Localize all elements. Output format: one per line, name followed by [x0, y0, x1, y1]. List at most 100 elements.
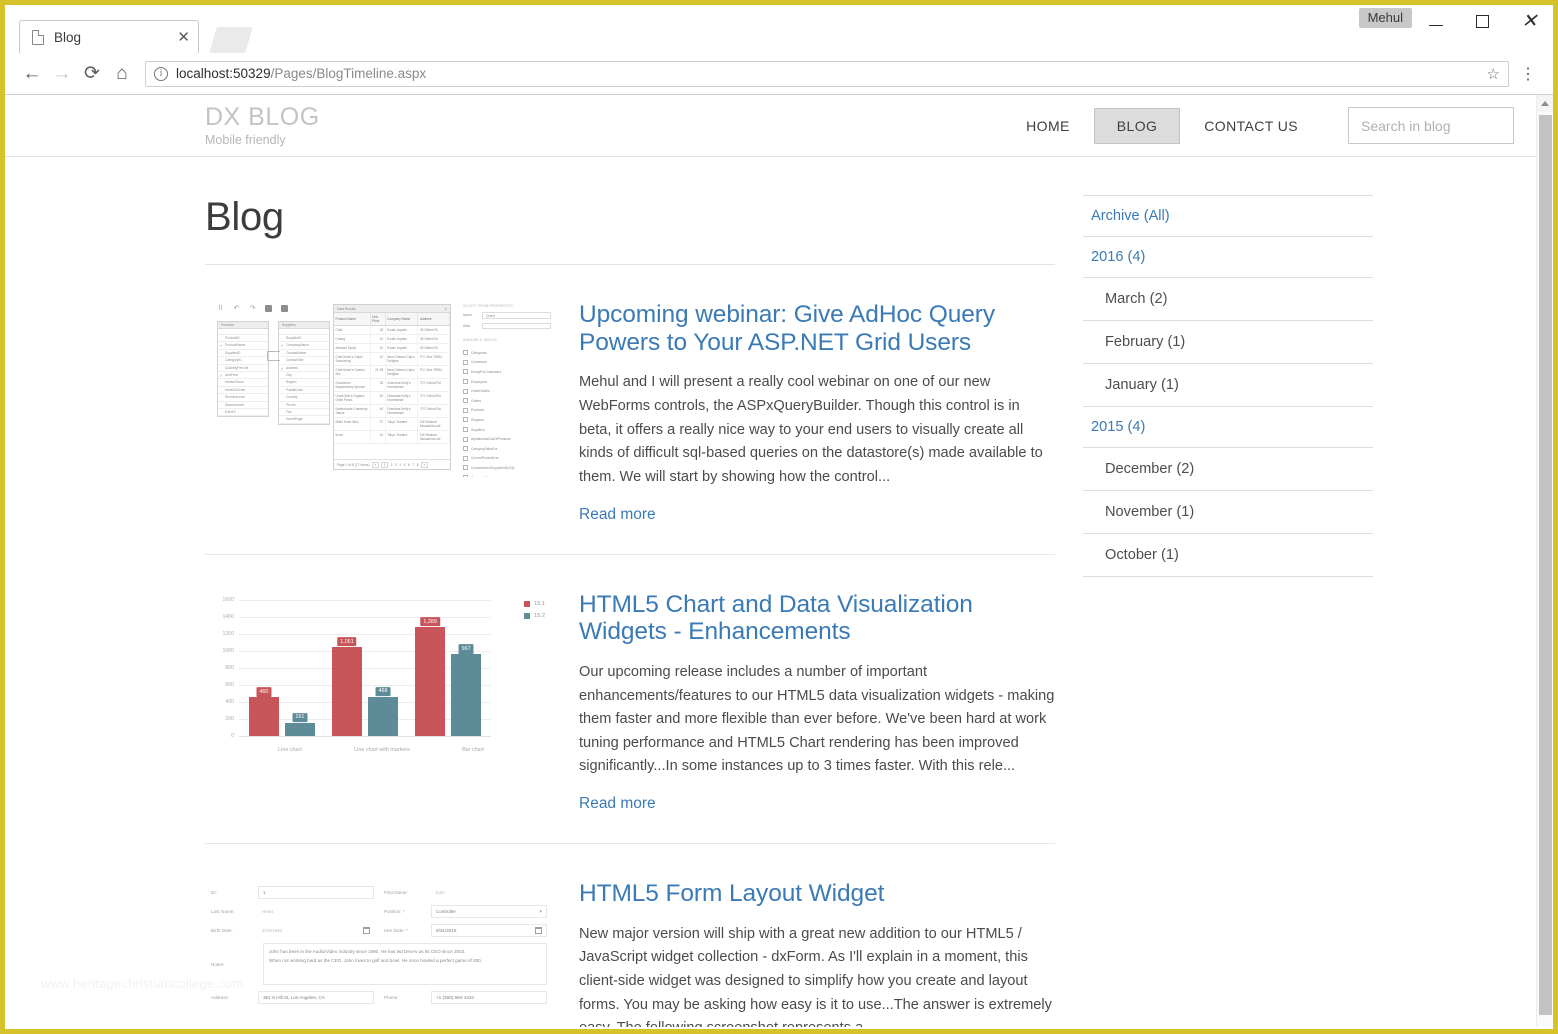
sidebar-item-december[interactable]: December (2): [1083, 448, 1373, 491]
notes-line: John has been in the Audio/Video industr…: [269, 949, 466, 955]
post-title[interactable]: HTML5 Chart and Data Visualization Widge…: [579, 591, 1055, 646]
post-thumbnail-form-layout[interactable]: ID: 1 First Name: John Last Name: Heart …: [205, 878, 553, 1027]
qb-properties-panel: SELECT FROM PROPERTIES Name Query Alias: [463, 304, 551, 477]
redo-icon: ↷: [249, 305, 256, 312]
window-controls: Mehul ✕: [1358, 5, 1553, 53]
table-icon: [463, 359, 468, 365]
content-area: Blog ⌷ ↶ ↷ Products ProductID ✓ ProductN…: [5, 157, 1536, 1027]
form-field-hire-date: Hire Date: * 8/31/2015: [384, 924, 547, 938]
post-thumbnail-bar-chart[interactable]: 15.1 15.2 0 200 400 600 800 1000 1200 14…: [205, 588, 553, 767]
form-layout-screenshot: ID: 1 First Name: John Last Name: Heart …: [205, 878, 553, 1027]
nav-item-contact-us[interactable]: CONTACT US: [1182, 109, 1320, 143]
table-row: Grandma's Boysenberry Spread 25 Grandma …: [334, 378, 450, 392]
new-tab-button[interactable]: [209, 27, 253, 53]
back-icon[interactable]: ←: [17, 63, 47, 85]
qb-table-title: Products: [218, 322, 268, 329]
qb-toolbar: ⌷ ↶ ↷: [217, 305, 288, 312]
browser-menu-icon[interactable]: ⋮: [1515, 64, 1541, 84]
sidebar-item-year-2015[interactable]: 2015 (4): [1083, 407, 1373, 448]
blog-search[interactable]: [1348, 107, 1553, 144]
post-summary: Mehul and I will present a really cool w…: [579, 374, 1043, 485]
bookmark-star-icon[interactable]: ☆: [1487, 65, 1500, 83]
cell: Uncle Bob's Organic Dried Pears: [334, 391, 371, 405]
table-icon: [463, 369, 468, 375]
sidebar-item-november[interactable]: November (1): [1083, 491, 1373, 534]
maximize-button[interactable]: [1459, 5, 1506, 37]
x-tick-label: Bar chart: [462, 746, 484, 753]
site-info-icon[interactable]: i: [154, 66, 168, 81]
cell: New Orleans Cajun Delights: [385, 365, 419, 379]
qb-field: ProductName: [218, 342, 268, 350]
close-tab-icon[interactable]: ✕: [177, 30, 190, 45]
qb-panel-field: Alias: [463, 322, 551, 329]
qb-join-link: [267, 351, 280, 361]
cell: Mishi Kobe Niku: [334, 417, 371, 431]
field-label: Address:: [211, 995, 230, 1001]
cell: 22: [370, 352, 386, 366]
scroll-up-arrow-icon[interactable]: [1537, 95, 1553, 112]
table-row: Chang 19 Exotic Liquids 49 Gilbert St.: [334, 334, 450, 344]
sidebar-item-october[interactable]: October (1): [1083, 534, 1373, 577]
qb-table-item: Orders: [463, 396, 551, 406]
legend-item: 15.1: [524, 600, 545, 607]
page-scrollbar[interactable]: [1536, 95, 1553, 1027]
read-more-link[interactable]: Read more: [579, 795, 656, 812]
calendar-icon: [363, 927, 370, 935]
browser-tab-blog[interactable]: Blog ✕: [19, 20, 199, 53]
cell: 10: [370, 343, 386, 353]
legend-label: 15.1: [534, 600, 545, 607]
field-value: 8/31/2015: [431, 924, 547, 938]
close-window-button[interactable]: ✕: [1506, 5, 1553, 37]
field-value: 1: [258, 886, 374, 900]
bar-data-label: 1,051: [337, 637, 357, 647]
x-tick-label: Line chart: [278, 746, 302, 753]
qb-table-item: Employees: [463, 377, 551, 387]
cell: Aniseed Syrup: [334, 343, 371, 353]
qb-table-title: Suppliers: [279, 322, 329, 329]
scrollbar-thumb[interactable]: [1539, 115, 1552, 1015]
address-bar[interactable]: i localhost:50329/Pages/BlogTimeline.asp…: [145, 60, 1509, 87]
table-row: Aniseed Syrup 10 Exotic Liquids 49 Gilbe…: [334, 343, 450, 353]
main-navigation: HOME BLOG CONTACT US: [1004, 107, 1553, 144]
site-brand[interactable]: DX BLOG Mobile friendly: [205, 104, 320, 148]
post-title[interactable]: Upcoming webinar: Give AdHoc Query Power…: [579, 301, 1055, 356]
minimize-button[interactable]: [1412, 5, 1459, 37]
field-label: Phone:: [384, 995, 399, 1001]
post-title[interactable]: HTML5 Form Layout Widget: [579, 880, 1055, 908]
sidebar-item-february[interactable]: February (1): [1083, 321, 1373, 364]
qb-grid-pager: Page 1 of 8 (77 items) « 1 2 3 4 5 6 7 8…: [334, 459, 450, 469]
nav-item-home[interactable]: HOME: [1004, 109, 1092, 143]
qb-field: SupplierID: [279, 335, 329, 343]
sidebar-item-january[interactable]: January (1): [1083, 364, 1373, 407]
nav-item-blog[interactable]: BLOG: [1093, 107, 1181, 144]
user-badge[interactable]: Mehul: [1358, 8, 1412, 28]
column-header: Product Name: [334, 313, 371, 326]
read-more-link[interactable]: Read more: [579, 506, 656, 523]
column-header: Unit Price: [370, 313, 386, 326]
pager-last: »: [421, 461, 428, 468]
sidebar-item-archive-all[interactable]: Archive (All): [1083, 196, 1373, 237]
page-title: Blog: [205, 195, 284, 239]
sidebar-item-march[interactable]: March (2): [1083, 278, 1373, 321]
post-thumbnail-query-builder[interactable]: ⌷ ↶ ↷ Products ProductID ✓ ProductName S…: [205, 299, 553, 477]
posts-column: Blog ⌷ ↶ ↷ Products ProductID ✓ ProductN…: [205, 157, 1055, 1027]
cell: Exotic Liquids: [385, 343, 419, 353]
reload-icon[interactable]: ⟳: [77, 62, 107, 85]
cell: 9-8 Sekimai Musashino-shi: [417, 430, 450, 444]
cell: 707 Oxford Rd.: [417, 378, 450, 392]
form-field-first-name: First Name: John: [384, 886, 547, 899]
qb-field: Discontinued: [218, 402, 268, 409]
y-tick-label: 200: [225, 715, 234, 722]
legend-swatch: [524, 612, 531, 619]
table-icon: [463, 417, 468, 423]
qb-field: ContactTitle: [279, 357, 329, 365]
forward-icon[interactable]: →: [47, 63, 77, 85]
sidebar-item-year-2016[interactable]: 2016 (4): [1083, 237, 1373, 278]
bar-data-label: 468: [375, 686, 391, 697]
qb-field: Country: [279, 394, 329, 402]
search-input[interactable]: [1359, 116, 1544, 135]
qb-results-grid: Data Results ✕ Product Name Unit Price C…: [333, 304, 451, 470]
qb-table-item: Customers: [463, 358, 551, 368]
home-icon[interactable]: ⌂: [107, 63, 137, 85]
qb-available-tables: Categories Customers EmptyForCustomers E…: [463, 348, 551, 477]
